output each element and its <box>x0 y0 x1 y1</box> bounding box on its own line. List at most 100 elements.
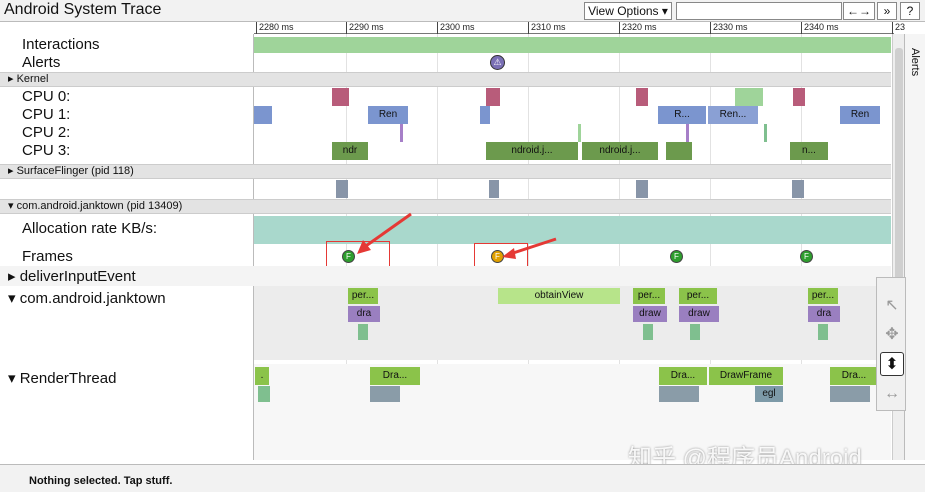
right-panel <box>904 34 925 460</box>
cpu0-slice[interactable] <box>486 88 500 106</box>
cpu2-slice[interactable] <box>578 124 581 142</box>
janktown-slice[interactable]: dra <box>808 306 840 322</box>
cpu1-slice[interactable] <box>254 106 272 124</box>
renderthread-slice[interactable]: DrawFrame <box>709 367 783 385</box>
cpu3-slice[interactable]: ndroid.j... <box>486 142 578 160</box>
collapse-arrow-icon[interactable]: ▸ <box>8 73 14 85</box>
expand-arrow-icon[interactable]: ▾ <box>8 200 14 212</box>
janktown-process-label: com.android.janktown (pid 13409) <box>16 200 183 212</box>
cpu2-slice[interactable] <box>686 124 689 142</box>
frames-label: Frames <box>22 248 73 265</box>
janktown-slice[interactable] <box>690 324 700 340</box>
cpu0-slice[interactable] <box>332 88 349 106</box>
zoom-fit-button[interactable]: ←→ <box>843 2 875 20</box>
surfaceflinger-label: SurfaceFlinger (pid 118) <box>16 165 134 177</box>
cpu3-slice[interactable] <box>666 142 692 160</box>
deliver-label[interactable]: ▸ deliverInputEvent <box>8 267 136 285</box>
cpu0-slice[interactable] <box>735 88 763 106</box>
alerts-label: Alerts <box>22 54 61 71</box>
renderthread-slice[interactable]: Dra... <box>830 367 878 385</box>
renderthread-label[interactable]: ▾ RenderThread <box>8 369 116 387</box>
collapse-arrow-icon[interactable]: ▸ <box>8 268 16 285</box>
cpu1-slice[interactable]: Ren <box>840 106 880 124</box>
cpu3-slice[interactable]: ndr <box>332 142 368 160</box>
alert-icon[interactable]: ⚠ <box>490 55 505 70</box>
cpu1-slice[interactable]: R... <box>658 106 706 124</box>
cpu3-slice[interactable]: n... <box>790 142 828 160</box>
janktown-slice[interactable]: obtainView <box>498 288 620 304</box>
allocation-track[interactable] <box>254 216 891 244</box>
janktown-slice[interactable] <box>358 324 368 340</box>
surfaceflinger-track[interactable] <box>254 180 891 198</box>
kernel-header[interactable]: ▸ Kernel <box>0 72 891 87</box>
view-options-button[interactable]: View Options ▾ <box>584 2 672 20</box>
renderthread-slice[interactable] <box>370 386 400 402</box>
ruler-tick: 2310 ms <box>528 22 566 34</box>
janktown-slice[interactable] <box>818 324 828 340</box>
scrollbar-thumb[interactable] <box>895 48 903 308</box>
renderthread-slice[interactable]: Dra... <box>659 367 707 385</box>
next-button[interactable]: » <box>877 2 897 20</box>
janktown-slice[interactable]: per... <box>808 288 838 304</box>
cpu2-label: CPU 2: <box>22 124 71 141</box>
cpu2-slice[interactable] <box>764 124 767 142</box>
frame-good-icon[interactable]: F <box>670 250 683 263</box>
renderthread-slice[interactable]: Dra... <box>370 367 420 385</box>
help-button[interactable]: ? <box>900 2 920 20</box>
janktown-thread-label[interactable]: ▾ com.android.janktown <box>8 289 166 307</box>
ruler-tick: 2340 ms <box>801 22 839 34</box>
ruler-tick: 2280 ms <box>256 22 294 34</box>
janktown-slice[interactable] <box>643 324 653 340</box>
renderthread-slice[interactable]: . <box>255 367 269 385</box>
janktown-slice[interactable]: per... <box>633 288 665 304</box>
interactions-track[interactable] <box>254 37 891 53</box>
title-bar: Android System Trace View Options ▾ ←→ »… <box>0 0 925 22</box>
ruler-tick: 2330 ms <box>710 22 748 34</box>
ruler-tick: 2290 ms <box>346 22 384 34</box>
cpu0-slice[interactable] <box>636 88 648 106</box>
cpu3-label: CPU 3: <box>22 142 71 159</box>
surfaceflinger-header[interactable]: ▸ SurfaceFlinger (pid 118) <box>0 164 891 179</box>
zoom-tool-icon[interactable]: ⬍ <box>880 352 904 376</box>
status-text: Nothing selected. Tap stuff. <box>29 475 173 487</box>
timing-tool-icon[interactable]: ↔ <box>880 382 904 406</box>
allocation-label: Allocation rate KB/s: <box>22 220 158 237</box>
mouse-mode-toolbox: ↖ ✥ ⬍ ↔ <box>876 277 906 411</box>
select-tool-icon[interactable]: ↖ <box>880 294 904 318</box>
cpu3-slice[interactable]: ndroid.j... <box>582 142 658 160</box>
app-title: Android System Trace <box>4 1 162 18</box>
ruler-tick: 2300 ms <box>437 22 475 34</box>
cpu1-slice[interactable]: Ren... <box>708 106 758 124</box>
renderthread-slice[interactable]: egl <box>755 386 783 402</box>
pan-tool-icon[interactable]: ✥ <box>880 323 904 347</box>
kernel-label: Kernel <box>16 73 49 85</box>
janktown-process-header[interactable]: ▾ com.android.janktown (pid 13409) <box>0 199 891 214</box>
cpu1-slice[interactable] <box>480 106 490 124</box>
time-ruler[interactable]: 2280 ms 2290 ms 2300 ms 2310 ms 2320 ms … <box>254 22 905 34</box>
cpu1-label: CPU 1: <box>22 106 71 123</box>
janktown-slice[interactable]: draw <box>633 306 667 322</box>
janktown-slice[interactable]: draw <box>679 306 719 322</box>
status-bar: Nothing selected. Tap stuff. <box>0 464 925 492</box>
janktown-slice[interactable]: per... <box>679 288 717 304</box>
collapse-arrow-icon[interactable]: ▸ <box>8 165 14 177</box>
expand-arrow-icon[interactable]: ▾ <box>8 370 16 387</box>
cpu0-slice[interactable] <box>793 88 805 106</box>
cpu2-slice[interactable] <box>400 124 403 142</box>
cpu1-slice[interactable]: Ren <box>368 106 408 124</box>
janktown-slice[interactable]: per... <box>348 288 378 304</box>
arrow-annotation-icon <box>502 237 557 259</box>
search-input[interactable] <box>676 2 842 20</box>
interactions-label: Interactions <box>22 36 100 53</box>
frame-good-icon[interactable]: F <box>800 250 813 263</box>
alerts-tab[interactable]: Alerts <box>909 48 921 76</box>
renderthread-slice[interactable] <box>258 386 270 402</box>
ruler-tick: 2320 ms <box>619 22 657 34</box>
arrow-annotation-icon <box>357 212 412 254</box>
renderthread-slice[interactable] <box>830 386 870 402</box>
janktown-slice[interactable]: dra <box>348 306 380 322</box>
ruler-tick: 23 <box>892 22 905 34</box>
expand-arrow-icon[interactable]: ▾ <box>8 290 16 307</box>
renderthread-slice[interactable] <box>659 386 699 402</box>
cpu0-label: CPU 0: <box>22 88 71 105</box>
